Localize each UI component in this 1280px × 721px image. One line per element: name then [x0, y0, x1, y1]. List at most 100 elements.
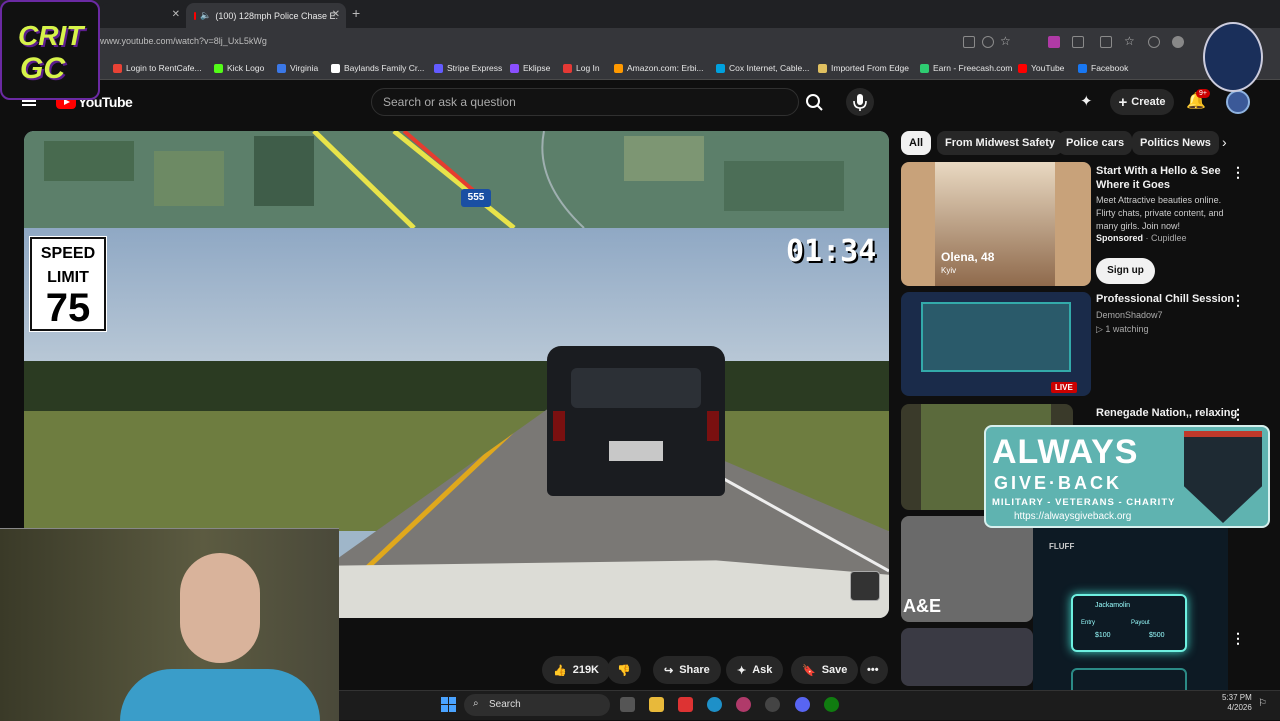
bookmark-item[interactable]: Baylands Family Cr... — [331, 63, 424, 73]
bookmark-item[interactable]: Kick Logo — [214, 63, 264, 73]
video-title[interactable]: Renegade Nation,, relaxing — [1096, 406, 1237, 420]
bookmark-item[interactable]: Log In — [563, 63, 600, 73]
history-icon[interactable] — [1148, 36, 1160, 48]
system-clock[interactable]: 5:37 PM 4/2026 — [1222, 693, 1252, 713]
avatar[interactable] — [1226, 90, 1250, 114]
search-input[interactable]: Search or ask a question — [371, 88, 799, 116]
app-icon[interactable] — [765, 697, 780, 712]
bookmark-item[interactable]: Stripe Express — [434, 63, 502, 73]
more-vert-icon[interactable]: ⋮ — [1231, 406, 1245, 423]
team-emblem-logo — [1203, 22, 1263, 92]
like-button[interactable]: 👍 219K — [542, 656, 610, 684]
url-field[interactable]: www.youtube.com/watch?v=8lj_UxL5kWg — [100, 36, 267, 46]
tab-close-icon[interactable]: ✕ — [172, 9, 180, 20]
bookmark-label: Cox Internet, Cable... — [729, 63, 810, 73]
favorites-icon[interactable]: ☆ — [1124, 34, 1136, 48]
plus-icon: + — [1118, 93, 1128, 111]
star-icon[interactable]: ☆ — [1000, 34, 1012, 48]
police-badge-icon — [850, 571, 880, 601]
speed-sign-number: 75 — [45, 286, 91, 330]
zoom-icon[interactable] — [982, 36, 994, 48]
sparkle-icon: ✦ — [737, 664, 747, 677]
voice-search-button[interactable] — [846, 88, 874, 116]
bookmark-item[interactable]: Virginia — [277, 63, 318, 73]
bookmark-favicon-icon — [510, 63, 519, 73]
profile-icon[interactable] — [1172, 36, 1184, 48]
discord-icon[interactable] — [795, 697, 810, 712]
browser-tab[interactable]: ✕ — [100, 3, 186, 28]
fluff-left-value: $100 — [1095, 632, 1111, 639]
bookmark-item[interactable]: Cox Internet, Cable... — [716, 63, 809, 73]
taskbar-search[interactable]: ⌕ Search — [464, 694, 610, 716]
install-app-icon[interactable] — [963, 36, 975, 48]
sign-up-button[interactable]: Sign up — [1096, 258, 1155, 284]
search-button[interactable] — [800, 88, 830, 116]
app-icon[interactable] — [736, 697, 751, 712]
task-view-icon[interactable] — [620, 697, 635, 712]
share-button[interactable]: ↪ Share — [653, 656, 721, 684]
bookmark-item[interactable]: Eklipse — [510, 63, 550, 73]
chip-all[interactable]: All — [901, 131, 932, 155]
app-icon[interactable] — [678, 697, 693, 712]
ad-sponsored-line: Sponsored · Cupidlee — [1096, 233, 1187, 243]
bookmark-label: Kick Logo — [227, 63, 265, 73]
bookmark-favicon-icon — [214, 63, 223, 73]
extension-icon[interactable] — [1100, 36, 1112, 48]
ad-title[interactable]: Start With a Hello & See Where it Goes — [1096, 164, 1226, 192]
ad-thumbnail[interactable]: Olena, 48 Kyiv — [901, 162, 1091, 286]
bookmark-label: Facebook — [1091, 63, 1129, 73]
ask-button[interactable]: ✦ Ask — [726, 656, 784, 684]
bookmark-label: Amazon.com: Erbi... — [627, 63, 704, 73]
new-tab-plus-icon[interactable]: + — [352, 5, 360, 21]
video-thumbnail[interactable]: A&E — [901, 516, 1033, 622]
bookmark-item[interactable]: Amazon.com: Erbi... — [614, 63, 704, 73]
bookmark-item[interactable]: Imported From Edge — [818, 63, 909, 73]
channel-name[interactable]: DemonShadow7 — [1096, 310, 1163, 320]
more-vert-icon[interactable]: ⋮ — [1231, 630, 1245, 647]
video-thumbnail[interactable]: LIVE — [901, 292, 1091, 396]
bookmark-label: Baylands Family Cr... — [344, 63, 425, 73]
dislike-button[interactable]: 👎 — [607, 656, 641, 684]
edge-browser-icon[interactable] — [707, 697, 722, 712]
notification-icon[interactable]: ⚐ — [1258, 698, 1267, 709]
bookmark-item[interactable]: Login to RentCafe... — [113, 63, 202, 73]
more-vert-icon[interactable]: ⋮ — [1231, 292, 1245, 309]
bookmark-favicon-icon — [563, 63, 572, 73]
speaker-icon[interactable]: 🔈 — [200, 10, 211, 21]
ask-label: Ask — [752, 664, 773, 676]
bookmark-item[interactable]: Facebook — [1078, 63, 1128, 73]
extension-icon[interactable] — [1048, 36, 1060, 48]
bookmark-label: Virginia — [290, 63, 319, 73]
bookmark-item[interactable]: Earn - Freecash.com — [920, 63, 1012, 73]
fluff-right-value: $500 — [1149, 632, 1165, 639]
bookmark-favicon-icon — [716, 63, 725, 73]
tab-close-icon[interactable]: ✕ — [332, 9, 340, 20]
windows-start-icon[interactable] — [441, 697, 456, 712]
bookmark-item[interactable]: YouTube — [1018, 63, 1064, 73]
file-explorer-icon[interactable] — [649, 697, 664, 712]
browser-tab-active[interactable]: 🔈 (100) 128mph Police Chase E: ✕ — [186, 3, 346, 28]
bookmark-favicon-icon — [1018, 63, 1027, 73]
agb-subtitle: GIVE·BACK — [994, 473, 1123, 493]
chip-midwest-safety[interactable]: From Midwest Safety — [937, 131, 1064, 155]
more-actions-button[interactable]: ••• — [860, 656, 888, 684]
logo-line1: CRIT — [18, 20, 84, 51]
video-thumbnail[interactable] — [901, 628, 1033, 686]
create-button[interactable]: + Create — [1110, 89, 1174, 115]
ad-thumb-location: Kyiv — [941, 266, 957, 275]
agb-title: ALWAYS — [992, 433, 1139, 471]
chip-police-cars[interactable]: Police cars — [1058, 131, 1133, 155]
clock-time: 5:37 PM — [1222, 693, 1252, 702]
extension-icon[interactable] — [1072, 36, 1084, 48]
video-title[interactable]: Professional Chill Session — [1096, 292, 1234, 306]
cast-icon[interactable]: ✦ — [1080, 92, 1093, 110]
search-icon: ⌕ — [473, 698, 479, 709]
ad-description: Meet Attractive beauties online. Flirty … — [1096, 195, 1224, 231]
chip-politics-news[interactable]: Politics News — [1132, 131, 1219, 155]
more-vert-icon[interactable]: ⋮ — [1231, 164, 1245, 181]
youtube-favicon-icon — [194, 11, 197, 20]
xbox-icon[interactable] — [824, 697, 839, 712]
chevron-right-icon[interactable]: › — [1222, 134, 1227, 150]
save-button[interactable]: 🔖 Save — [791, 656, 859, 684]
thumbs-up-icon: 👍 — [553, 664, 567, 677]
